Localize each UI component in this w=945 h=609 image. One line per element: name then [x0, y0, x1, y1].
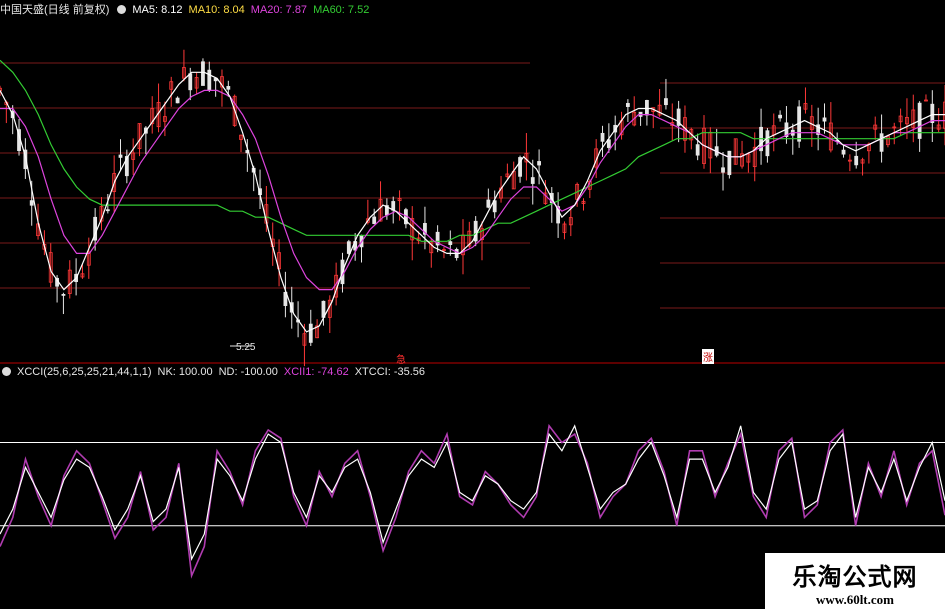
candle-body [695, 144, 700, 156]
ma60-readout: MA60: 7.52 [313, 4, 370, 16]
settings-circle-icon[interactable] [117, 5, 127, 14]
xtcci-readout: XTCCI: -35.56 [354, 366, 426, 378]
cci-line [0, 424, 945, 561]
ma5-line [0, 71, 945, 333]
watermark-name: 乐淘公式网 [792, 562, 918, 591]
candle-body [29, 200, 34, 206]
candle-body [530, 177, 535, 184]
candle-body [721, 167, 725, 173]
candle-body [600, 132, 605, 142]
candle-body [226, 86, 231, 90]
candle-body [879, 133, 884, 152]
watermark-url: www.60lt.com [816, 592, 894, 607]
candle-body [105, 209, 110, 212]
candle-body [486, 199, 491, 208]
price-header: 中国天盛(日线 前复权) MA5: 8.12 MA10: 8.04 MA20: 7.8… [0, 1, 375, 17]
ma20-line [0, 89, 945, 291]
candle-body [645, 100, 649, 116]
low-price-label: 5.25 [236, 342, 256, 353]
candle-body [664, 98, 668, 106]
ma60-line [0, 59, 945, 242]
chart-canvas: 5.25 [0, 49, 945, 579]
signal-marker-right: 涨 [702, 349, 714, 364]
nd-readout: ND: -100.00 [218, 366, 278, 378]
candle-body [537, 161, 541, 166]
candlestick-series [0, 49, 945, 367]
candle-body [854, 155, 859, 166]
candle-body [346, 241, 351, 254]
candle-body [175, 97, 180, 104]
candle-body [727, 150, 732, 176]
price-grid [0, 62, 945, 364]
ma20-readout: MA20: 7.87 [250, 4, 308, 16]
watermark: 乐淘公式网 www.60lt.com [765, 553, 945, 609]
candle-body [201, 61, 205, 86]
signal-marker-left: 急 [396, 355, 406, 366]
candle-body [372, 216, 377, 224]
candle-body [448, 241, 453, 246]
candle-body [118, 154, 123, 158]
ma5-readout: MA5: 8.12 [132, 4, 183, 16]
indicator-name: XCCI(25,6,25,25,21,44,1,1) [17, 366, 152, 378]
ma10-readout: MA10: 8.04 [188, 4, 245, 16]
candle-body [61, 293, 66, 296]
moving-average-lines [0, 59, 945, 347]
candle-body [625, 103, 630, 107]
candle-body [207, 69, 212, 91]
candle-body [930, 103, 935, 123]
candle-body [308, 323, 313, 343]
candle-body [822, 117, 827, 122]
stock-title: 中国天盛(日线 前复权) [0, 4, 110, 16]
settings-circle-icon[interactable] [2, 367, 11, 376]
candle-body [778, 114, 783, 119]
indicator-header: XCCI(25,6,25,25,21,44,1,1) NK: 100.00 ND: … [0, 366, 431, 382]
candle-body [841, 149, 846, 155]
candle-body [188, 73, 193, 91]
xcii-readout: XCII1: -74.62 [283, 366, 349, 378]
nk-readout: NK: 100.00 [157, 366, 213, 378]
